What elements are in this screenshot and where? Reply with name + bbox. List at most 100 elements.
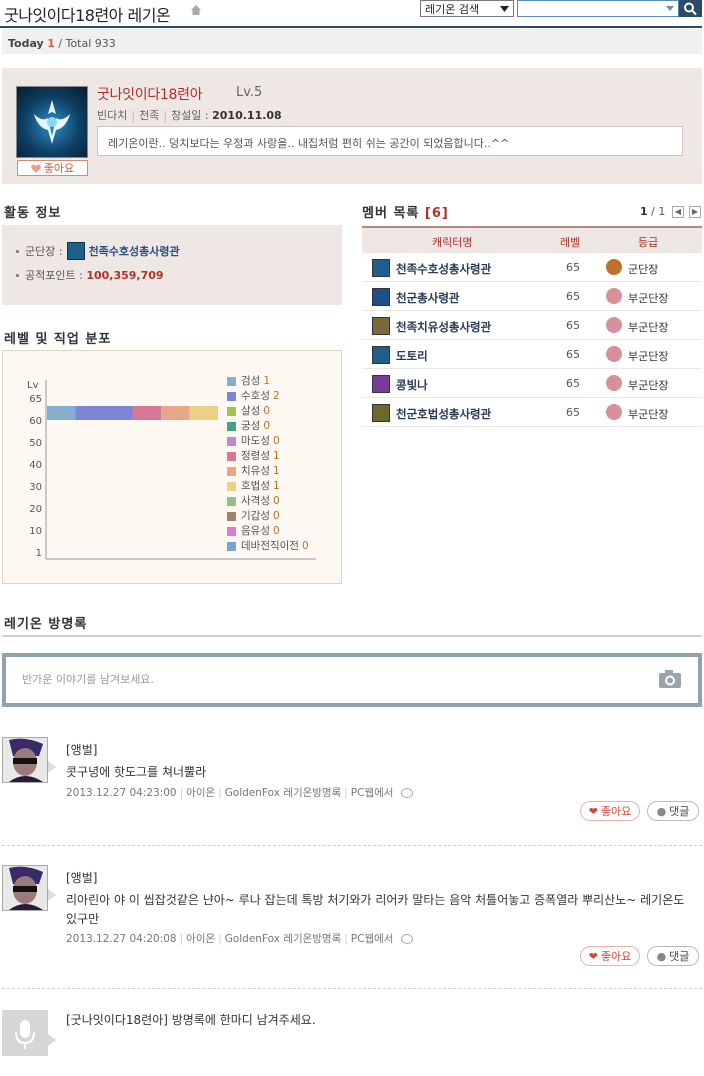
member-section-title: 멤버 목록 [6] — [362, 202, 449, 221]
post-date: 2013.12.27 04:20:08 — [66, 933, 177, 945]
post-comment-button[interactable]: ● 댓글 — [647, 946, 699, 966]
legend-item: 검성 1 — [227, 374, 309, 389]
member-pagination: 1 / 1 — [640, 205, 665, 218]
member-name-link[interactable]: 천족치유성총사령관 — [396, 319, 491, 335]
post-meta: 2013.12.27 04:20:08 | 아이온 | GoldenFox 레기온방명록… — [66, 931, 414, 946]
member-name-link[interactable]: 도토리 — [396, 348, 428, 364]
post-comment-button[interactable]: ● 댓글 — [647, 801, 699, 821]
legend-label: 기갑성 — [241, 510, 270, 522]
grade-icon — [606, 317, 622, 333]
legend-label: 검성 — [241, 375, 261, 387]
legion-race: 천족 — [139, 109, 160, 122]
member-grade: 부군단장 — [628, 408, 669, 421]
avatar[interactable] — [2, 865, 48, 911]
legend-item: 살성 0 — [227, 404, 309, 419]
search-type-select[interactable]: 레기온 검색 — [420, 0, 514, 17]
home-icon[interactable] — [190, 4, 202, 16]
grade-icon — [606, 288, 622, 304]
bar-segment-수호성 — [75, 406, 133, 420]
camera-icon[interactable] — [658, 669, 682, 689]
legend-swatch — [227, 542, 236, 551]
post-source: GoldenFox 레기온방명록 — [224, 787, 342, 799]
legend-swatch — [227, 392, 236, 401]
legend-item: 치유성 1 — [227, 464, 309, 479]
user-avatar-icon — [3, 866, 47, 910]
legend-swatch — [227, 467, 236, 476]
like-label: 좋아요 — [43, 162, 75, 175]
prev-page-button[interactable]: ◀ — [672, 206, 684, 218]
founded-label: 창설일 : — [171, 109, 209, 122]
y-tick-label: 40 — [29, 460, 42, 471]
post-like-button[interactable]: ❤ 좋아요 — [580, 801, 640, 821]
post-date: 2013.12.27 04:23:00 — [66, 787, 177, 799]
legend-item: 음유성 0 — [227, 524, 309, 539]
col-character-name: 캐릭터명 — [432, 236, 473, 249]
member-row[interactable]: 도토리 65 부군단장 — [362, 340, 702, 369]
bar-segment-치유성 — [161, 406, 190, 420]
legend-count: 1 — [272, 465, 280, 477]
legion-emblem-image — [16, 86, 88, 158]
legend-count: 0 — [272, 495, 280, 507]
legend-label: 궁성 — [241, 420, 261, 432]
legend-count: 0 — [272, 525, 280, 537]
legion-like-button[interactable]: 좋아요 — [17, 160, 88, 176]
grade-icon — [606, 346, 622, 362]
post-author[interactable]: [앵벌] — [66, 869, 97, 886]
member-count: [6] — [424, 206, 449, 221]
grade-icon — [606, 404, 622, 420]
legend-count: 1 — [272, 480, 280, 492]
guardian-class-icon — [66, 242, 85, 260]
leader-name-link[interactable]: 천족수호성총사령관 — [89, 243, 180, 259]
member-row[interactable]: 천족수호성총사령관 65 군단장 — [362, 253, 702, 282]
member-name-link[interactable]: 천족수호성총사령관 — [396, 261, 491, 277]
post-author[interactable]: [앵벌] — [66, 741, 97, 758]
legend-swatch — [227, 452, 236, 461]
like-label: 좋아요 — [600, 950, 632, 963]
legend-item: 호법성 1 — [227, 479, 309, 494]
points-row: 공적포인트 : 100,359,709 — [16, 267, 164, 283]
member-grade: 부군단장 — [628, 321, 669, 334]
legend-count: 0 — [301, 540, 309, 552]
class-icon — [372, 375, 390, 393]
legend-count: 0 — [263, 405, 271, 417]
header-divider — [0, 26, 702, 28]
user-avatar-icon — [3, 738, 47, 782]
legend-item: 데바전직이전 0 — [227, 539, 309, 554]
member-name-link[interactable]: 콩빛나 — [396, 377, 428, 393]
member-row[interactable]: 천군총사령관 65 부군단장 — [362, 282, 702, 311]
member-level: 65 — [566, 348, 580, 361]
member-table-header: 캐릭터명 레벨 등급 — [362, 226, 702, 253]
member-row[interactable]: 천족치유성총사령관 65 부군단장 — [362, 311, 702, 340]
member-name-link[interactable]: 천군총사령관 — [396, 290, 459, 306]
legend-swatch — [227, 437, 236, 446]
guestbook-prompt: [굿나잇이다18련아] 방명록에 한마디 남겨주세요. — [66, 1013, 316, 1027]
legion-page-title: 굿나잇이다18련아 레기온 — [4, 6, 171, 25]
legend-label: 살성 — [241, 405, 261, 417]
member-row[interactable]: 콩빛나 65 부군단장 — [362, 369, 702, 398]
share-icon[interactable] — [401, 934, 414, 944]
guestbook-input[interactable]: 반가운 이야기를 남겨보세요. — [2, 653, 702, 707]
dropdown-arrow-icon[interactable] — [666, 6, 674, 11]
search-button[interactable] — [679, 0, 702, 17]
post-like-button[interactable]: ❤ 좋아요 — [580, 946, 640, 966]
class-icon — [372, 288, 390, 306]
avatar[interactable] — [2, 737, 48, 783]
today-count: 1 — [47, 37, 55, 50]
legend-count: 1 — [263, 375, 271, 387]
search-input[interactable] — [517, 0, 679, 17]
legend-label: 치유성 — [241, 465, 270, 477]
post-source: GoldenFox 레기온방명록 — [224, 933, 342, 945]
next-page-button[interactable]: ▶ — [689, 206, 701, 218]
distribution-section-title: 레벨 및 직업 분포 — [4, 332, 112, 347]
avatar-tail — [48, 1034, 56, 1046]
y-tick-label: 50 — [29, 438, 42, 449]
page-current: 1 — [640, 205, 648, 218]
member-row[interactable]: 천군호법성총사령관 65 부군단장 — [362, 398, 702, 427]
post-device: PC웹에서 — [350, 933, 394, 945]
legend-item: 기갑성 0 — [227, 509, 309, 524]
post-divider — [2, 988, 702, 989]
legend-item: 정령성 1 — [227, 449, 309, 464]
share-icon[interactable] — [401, 788, 414, 798]
member-name-link[interactable]: 천군호법성총사령관 — [396, 406, 491, 422]
heart-icon: ❤ — [588, 949, 598, 963]
